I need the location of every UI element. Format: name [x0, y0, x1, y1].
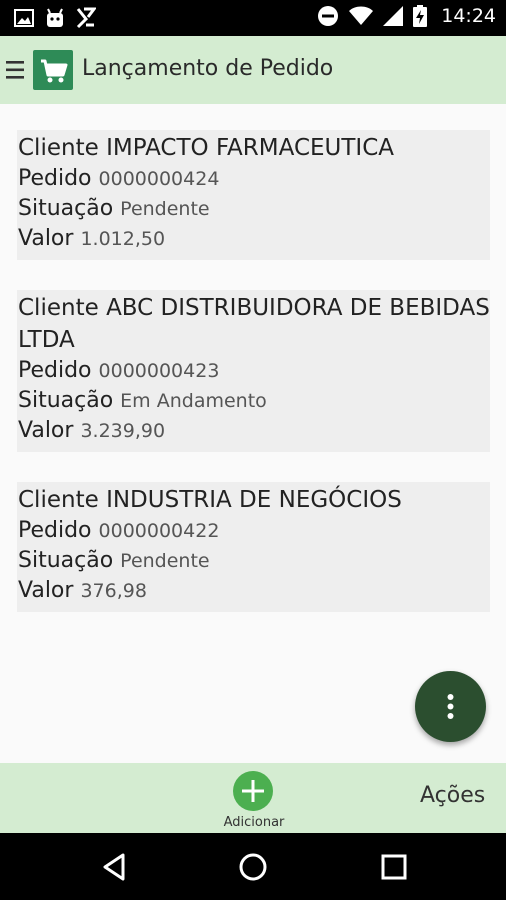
status-value: Pendente	[120, 198, 210, 220]
signal-icon	[383, 6, 404, 26]
home-icon[interactable]	[236, 850, 270, 884]
order-client: Cliente ABC DISTRIBUIDORA DE BEBIDAS LTD…	[18, 292, 490, 356]
value-label: Valor	[18, 418, 74, 443]
order-status: Situação Em Andamento	[18, 386, 490, 416]
client-label: Cliente	[18, 487, 99, 513]
status-label: Situação	[18, 388, 114, 413]
status-label: Situação	[18, 548, 114, 573]
status-label: Situação	[18, 196, 114, 221]
status-value: Em Andamento	[120, 390, 267, 412]
wifi-icon	[349, 6, 374, 25]
more-vertical-icon	[447, 694, 454, 719]
app-icon	[76, 7, 96, 29]
android-icon	[47, 8, 63, 27]
order-number-value: 0000000422	[98, 520, 220, 542]
order-card[interactable]: Cliente INDUSTRIA DE NEGÓCIOS Pedido 000…	[17, 482, 490, 612]
add-button[interactable]: Adicionar	[219, 771, 289, 831]
client-name: INDUSTRIA DE NEGÓCIOS	[106, 487, 402, 513]
order-value: Valor 3.239,90	[18, 416, 490, 446]
navigation-bar	[0, 833, 506, 900]
status-bar: 14:24	[0, 0, 506, 36]
order-number-label: Pedido	[18, 518, 92, 543]
do-not-disturb-icon	[318, 6, 339, 26]
order-status: Situação Pendente	[18, 194, 490, 224]
order-number: Pedido 0000000422	[18, 516, 490, 546]
recents-icon[interactable]	[377, 850, 411, 884]
order-number: Pedido 0000000423	[18, 356, 490, 386]
page-title: Lançamento de Pedido	[82, 56, 334, 81]
order-card[interactable]: Cliente ABC DISTRIBUIDORA DE BEBIDAS LTD…	[17, 290, 490, 452]
order-number-value: 0000000424	[98, 168, 220, 190]
order-value: Valor 1.012,50	[18, 224, 490, 254]
back-icon[interactable]	[97, 850, 131, 884]
value-amount: 1.012,50	[80, 228, 166, 250]
status-time: 14:24	[441, 5, 496, 27]
client-label: Cliente	[18, 295, 99, 321]
app-bar: Lançamento de Pedido	[0, 36, 506, 104]
battery-charging-icon	[413, 5, 428, 27]
shopping-cart-icon	[33, 50, 73, 90]
order-number-value: 0000000423	[98, 360, 220, 382]
client-name: IMPACTO FARMACEUTICA	[106, 135, 395, 161]
value-label: Valor	[18, 578, 74, 603]
actions-button[interactable]: Ações	[420, 783, 485, 808]
bottom-bar: Adicionar Ações	[0, 763, 506, 833]
order-client: Cliente IMPACTO FARMACEUTICA	[18, 132, 490, 164]
status-value: Pendente	[120, 550, 210, 572]
order-card[interactable]: Cliente IMPACTO FARMACEUTICA Pedido 0000…	[17, 130, 490, 260]
order-list: Cliente IMPACTO FARMACEUTICA Pedido 0000…	[17, 130, 490, 642]
image-icon	[14, 9, 34, 27]
order-client: Cliente INDUSTRIA DE NEGÓCIOS	[18, 484, 490, 516]
order-number-label: Pedido	[18, 358, 92, 383]
plus-icon	[233, 771, 273, 811]
menu-icon[interactable]	[6, 58, 26, 82]
add-label: Adicionar	[223, 815, 285, 830]
value-amount: 3.239,90	[80, 420, 166, 442]
order-number-label: Pedido	[18, 166, 92, 191]
more-options-button[interactable]	[415, 671, 486, 742]
order-number: Pedido 0000000424	[18, 164, 490, 194]
client-label: Cliente	[18, 135, 99, 161]
order-status: Situação Pendente	[18, 546, 490, 576]
order-value: Valor 376,98	[18, 576, 490, 606]
value-amount: 376,98	[80, 580, 147, 602]
value-label: Valor	[18, 226, 74, 251]
